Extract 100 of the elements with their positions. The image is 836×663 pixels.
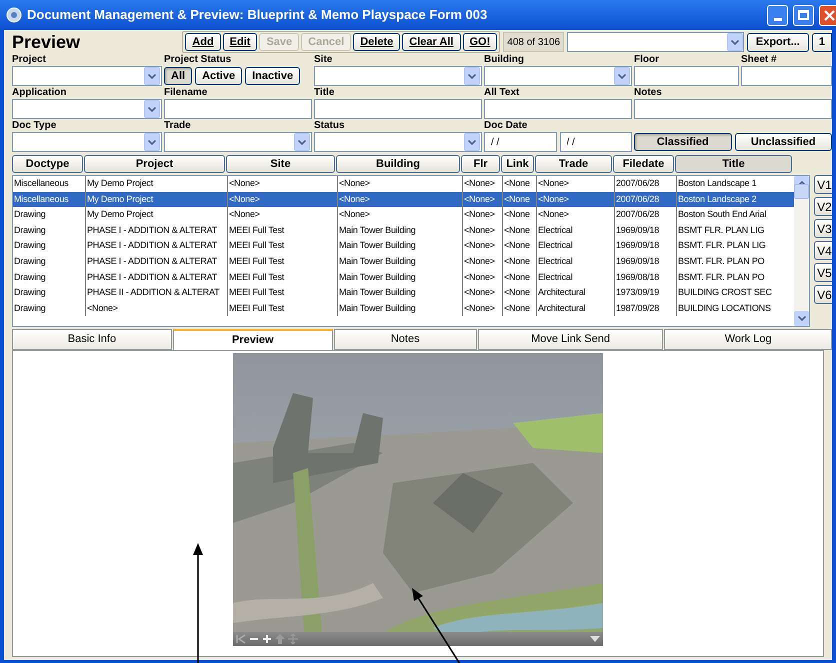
toolbar-button[interactable]: Edit [222, 33, 258, 51]
table-cell: 1969/09/18 [614, 238, 676, 254]
up-arrow-icon [274, 633, 286, 645]
table-cell: Main Tower Building [337, 238, 462, 254]
column-header[interactable]: Building [336, 155, 460, 173]
dropdown-field[interactable] [12, 132, 162, 152]
field-label: Project [12, 54, 47, 66]
column-header[interactable]: Filedate [613, 155, 674, 173]
field-label: Building [484, 54, 525, 66]
toggle-button[interactable]: Unclassified [734, 133, 832, 151]
table-cell: <None [502, 207, 536, 223]
toggle-button[interactable]: Inactive [245, 67, 300, 85]
close-button[interactable] [819, 4, 836, 26]
table-cell: <None> [462, 270, 502, 286]
maximize-button[interactable] [793, 4, 814, 26]
table-cell: MEEI Full Test [227, 254, 337, 270]
table-cell-text: Drawing [13, 270, 47, 284]
column-header[interactable]: Flr [461, 155, 500, 173]
table-cell: Electrical [536, 222, 614, 238]
table-cell: 1969/09/18 [614, 222, 676, 238]
maximize-icon [798, 10, 809, 20]
table-cell: <None> [337, 192, 462, 208]
tab[interactable]: Basic Info [12, 329, 172, 350]
close-icon [824, 10, 835, 20]
input-field[interactable] [634, 66, 739, 86]
column-header[interactable]: Doctype [12, 155, 83, 173]
toggle-button[interactable]: Active [195, 67, 242, 85]
table-cell: My Demo Project [85, 192, 227, 208]
field-label: Title [314, 87, 336, 99]
scroll-thumb[interactable] [794, 184, 809, 198]
dropdown-field[interactable] [314, 132, 482, 152]
dropdown-field[interactable] [484, 66, 632, 86]
table-cell: Main Tower Building [337, 254, 462, 270]
table-cell: <None [502, 222, 536, 238]
column-header[interactable]: Link [501, 155, 534, 173]
move-icon [287, 633, 299, 645]
input-field[interactable] [164, 99, 312, 119]
view-button[interactable]: V4 [814, 241, 832, 260]
toggle-button[interactable]: All [164, 67, 192, 85]
table-cell-text: Drawing [13, 254, 47, 268]
input-field[interactable] [314, 99, 482, 119]
toolbar-button[interactable]: Clear All [402, 33, 460, 51]
table-cell: Electrical [536, 238, 614, 254]
field-label: Filename [164, 87, 208, 99]
date-field[interactable]: / / [484, 132, 556, 152]
dropdown-field[interactable] [12, 99, 162, 119]
date-field[interactable]: / / [560, 132, 632, 152]
table-cell: Architectural [536, 300, 614, 316]
input-field[interactable] [741, 66, 832, 86]
field-label: Project Status [164, 54, 232, 66]
export-button[interactable]: Export... [746, 32, 809, 52]
table-cell: PHASE I - ADDITION & ALTERAT [85, 238, 227, 254]
table-cell: <None> [536, 207, 614, 223]
table-cell: <None> [462, 192, 502, 208]
column-header[interactable]: Trade [535, 155, 612, 173]
toolbar-button[interactable]: Add [185, 33, 221, 51]
table-cell-text: Miscellaneous [13, 192, 70, 206]
table-cell: <None> [462, 254, 502, 270]
table-cell: Electrical [536, 270, 614, 286]
dropdown-field[interactable] [164, 132, 312, 152]
record-count: 408 of 3106 [503, 32, 564, 52]
view-button[interactable]: V1 [814, 175, 832, 194]
toggle-button[interactable]: Classified [634, 133, 732, 151]
input-field[interactable] [634, 99, 832, 119]
tab[interactable]: Notes [334, 329, 477, 350]
toolbar-button[interactable]: Delete [353, 33, 400, 51]
dropdown-icon [589, 634, 601, 644]
table-cell-text: Miscellaneous [13, 177, 70, 190]
table-cell: <None> [462, 207, 502, 223]
table-cell: <None [502, 254, 536, 270]
record-dropdown[interactable] [567, 32, 744, 52]
tab[interactable]: Preview [172, 329, 333, 350]
view-button[interactable]: V5 [814, 263, 832, 282]
view-button[interactable]: V6 [814, 285, 832, 304]
table-cell-text: Drawing [13, 302, 47, 315]
table-cell-text: Drawing [13, 286, 47, 300]
page-button[interactable]: 1 [812, 32, 832, 52]
table-cell: 1973/09/19 [614, 285, 676, 301]
scrollbar[interactable] [794, 176, 809, 326]
view-button[interactable]: V2 [814, 197, 832, 216]
tab[interactable]: Move Link Send [478, 329, 664, 350]
table-cell: MEEI Full Test [227, 222, 337, 238]
dropdown-field[interactable] [12, 66, 162, 86]
table-cell: <None> [462, 285, 502, 301]
column-header[interactable]: Site [226, 155, 335, 173]
table-cell: PHASE I - ADDITION & ALTERAT [85, 222, 227, 238]
view-button[interactable]: V3 [814, 219, 832, 238]
toolbar-button[interactable]: GO! [462, 33, 498, 51]
column-header[interactable]: Project [84, 155, 225, 173]
minimize-button[interactable] [767, 4, 788, 26]
zoom-in-icon [261, 633, 273, 645]
dropdown-field[interactable] [314, 66, 482, 86]
field-label: Notes [634, 87, 663, 99]
column-header[interactable]: Title [675, 155, 792, 173]
tab[interactable]: Work Log [664, 329, 832, 350]
table-row[interactable]: Miscellaneous My Demo Project <None> <None> <None> <None <None> 2007/06/28 Boston Landscape 2 [13, 192, 794, 208]
table-cell: Electrical [536, 254, 614, 270]
table-cell: <None [502, 270, 536, 286]
table-cell: Main Tower Building [337, 222, 462, 238]
input-field[interactable] [484, 99, 632, 119]
